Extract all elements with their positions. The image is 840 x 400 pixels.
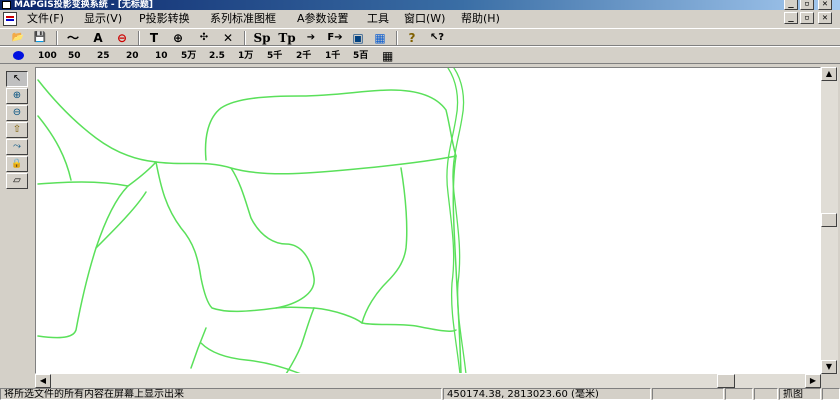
map-line bbox=[155, 161, 315, 313]
status-bar: 将所选文件的所有内容在屏幕上显示出来 450174.38, 2813023.60… bbox=[0, 388, 840, 400]
f-arrow-icon[interactable]: F➔ bbox=[324, 30, 346, 46]
map-lines bbox=[37, 68, 467, 373]
polyline-icon[interactable]: 〜 bbox=[64, 30, 82, 46]
map-line bbox=[37, 161, 157, 339]
zoom-in-icon[interactable]: ⊕ bbox=[6, 88, 28, 104]
point-icon[interactable]: ⊕ bbox=[170, 30, 186, 46]
status-message: 将所选文件的所有内容在屏幕上显示出来 bbox=[0, 388, 442, 400]
menu-tools[interactable]: 工具 bbox=[367, 12, 389, 26]
eraser-icon[interactable]: ▱ bbox=[6, 173, 28, 189]
menu-projection[interactable]: P投影转换 bbox=[139, 12, 190, 26]
map-line bbox=[37, 79, 457, 175]
menu-help[interactable]: 帮助(H) bbox=[461, 12, 500, 26]
scroll-up-icon[interactable]: ▲ bbox=[821, 67, 837, 81]
menu-standard-map[interactable]: 系列标准图框 bbox=[210, 12, 276, 26]
left-toolbar: ↖ ⊕ ⊖ ⇧ ⤳ 🔒 ▱ bbox=[0, 66, 32, 386]
title-bar: MAPGIS投影变换系统 - [无标题] bbox=[0, 0, 840, 10]
status-panel-empty-2 bbox=[725, 388, 753, 400]
status-panel-empty-1 bbox=[652, 388, 724, 400]
map-line bbox=[285, 307, 315, 373]
horizontal-scroll-thumb[interactable] bbox=[717, 374, 735, 388]
scale-500[interactable]: 5百 bbox=[353, 48, 368, 64]
frame-icon[interactable]: ▣ bbox=[350, 30, 366, 46]
text-icon[interactable]: A bbox=[90, 30, 106, 46]
menu-file[interactable]: 文件(F) bbox=[27, 12, 64, 26]
scale-1k[interactable]: 1千 bbox=[325, 48, 340, 64]
scale-50[interactable]: 50 bbox=[68, 48, 81, 64]
scale-2-5[interactable]: 2.5 bbox=[209, 48, 225, 64]
menu-window[interactable]: 窗口(W) bbox=[404, 12, 445, 26]
main-toolbar: 📂 💾 〜 A ⊖ T ⊕ ✣ ✕ Sp Tp ➔ F➔ ▣ ▦ ? ↖? bbox=[0, 28, 840, 46]
pan-icon[interactable]: ✣ bbox=[196, 30, 212, 46]
menu-bar: 文件(F) 显示(V) P投影转换 系列标准图框 A参数设置 工具 窗口(W) … bbox=[0, 10, 840, 28]
context-help-icon[interactable]: ↖? bbox=[428, 30, 446, 46]
status-mode: 抓图 bbox=[779, 388, 821, 400]
horizontal-scrollbar[interactable]: ◀ ▶ bbox=[35, 374, 821, 388]
minimize-button[interactable]: _ bbox=[784, 0, 798, 10]
map-line bbox=[200, 342, 301, 373]
window-title: MAPGIS投影变换系统 - [无标题] bbox=[14, 0, 153, 10]
save-icon[interactable]: 💾 bbox=[32, 30, 48, 46]
scale-10k[interactable]: 1万 bbox=[238, 48, 253, 64]
boundary-line-inner bbox=[452, 68, 467, 373]
vertical-scrollbar[interactable]: ▲ ▼ bbox=[821, 67, 838, 374]
close-button[interactable]: ✕ bbox=[818, 0, 832, 10]
map-canvas[interactable] bbox=[35, 67, 821, 374]
zoom-out-icon[interactable]: ⊖ bbox=[6, 105, 28, 121]
sp-button[interactable]: Sp bbox=[251, 30, 273, 46]
scale-25[interactable]: 25 bbox=[97, 48, 110, 64]
scroll-right-icon[interactable]: ▶ bbox=[805, 374, 821, 388]
map-line bbox=[313, 307, 457, 332]
cross-icon[interactable]: ✕ bbox=[220, 30, 236, 46]
scale-toolbar: 100 50 25 20 10 5万 2.5 1万 5千 2千 1千 5百 ▦ bbox=[0, 46, 840, 64]
grid-fill-icon[interactable]: ▦ bbox=[372, 30, 388, 46]
lock-icon[interactable]: 🔒 bbox=[6, 156, 28, 172]
map-line bbox=[37, 115, 72, 181]
map-line bbox=[204, 89, 457, 161]
move-up-icon[interactable]: ⇧ bbox=[6, 122, 28, 138]
scroll-down-icon[interactable]: ▼ bbox=[821, 360, 837, 374]
open-icon[interactable]: 📂 bbox=[10, 30, 26, 46]
map-line bbox=[361, 167, 408, 324]
map-line bbox=[37, 181, 129, 187]
scale-100[interactable]: 100 bbox=[38, 48, 57, 64]
scale-20[interactable]: 20 bbox=[126, 48, 139, 64]
select-tool-icon[interactable]: ↖ bbox=[6, 71, 28, 87]
map-line bbox=[230, 167, 315, 309]
status-panel-empty-3 bbox=[754, 388, 778, 400]
scroll-left-icon[interactable]: ◀ bbox=[35, 374, 51, 388]
coordinate-readout: 450174.38, 2813023.60 (毫米) bbox=[443, 388, 651, 400]
help-icon[interactable]: ? bbox=[404, 30, 420, 46]
resize-grip[interactable] bbox=[822, 388, 840, 400]
move-tool-icon[interactable]: ⤳ bbox=[6, 139, 28, 155]
mdi-minimize-button[interactable]: _ bbox=[784, 12, 798, 24]
grid-icon[interactable]: ▦ bbox=[382, 48, 393, 64]
display-dot-icon[interactable] bbox=[13, 51, 24, 60]
restore-button[interactable]: ▫ bbox=[800, 0, 814, 10]
arrow-icon[interactable]: ➔ bbox=[303, 30, 319, 46]
scale-10[interactable]: 10 bbox=[155, 48, 168, 64]
scale-5k[interactable]: 5千 bbox=[267, 48, 282, 64]
scale-50k[interactable]: 5万 bbox=[181, 48, 196, 64]
map-line bbox=[95, 191, 147, 249]
scale-2k[interactable]: 2千 bbox=[296, 48, 311, 64]
document-icon[interactable] bbox=[3, 12, 17, 26]
mdi-restore-button[interactable]: ▫ bbox=[800, 12, 814, 24]
app-icon bbox=[2, 1, 11, 9]
map-line bbox=[190, 327, 207, 369]
menu-params[interactable]: A参数设置 bbox=[297, 12, 349, 26]
tp-button[interactable]: Tp bbox=[276, 30, 298, 46]
erase-icon[interactable]: ⊖ bbox=[114, 30, 130, 46]
mdi-close-button[interactable]: ✕ bbox=[818, 12, 832, 24]
menu-display[interactable]: 显示(V) bbox=[84, 12, 122, 26]
label-t-icon[interactable]: T bbox=[146, 30, 162, 46]
vertical-scroll-thumb[interactable] bbox=[821, 213, 837, 227]
